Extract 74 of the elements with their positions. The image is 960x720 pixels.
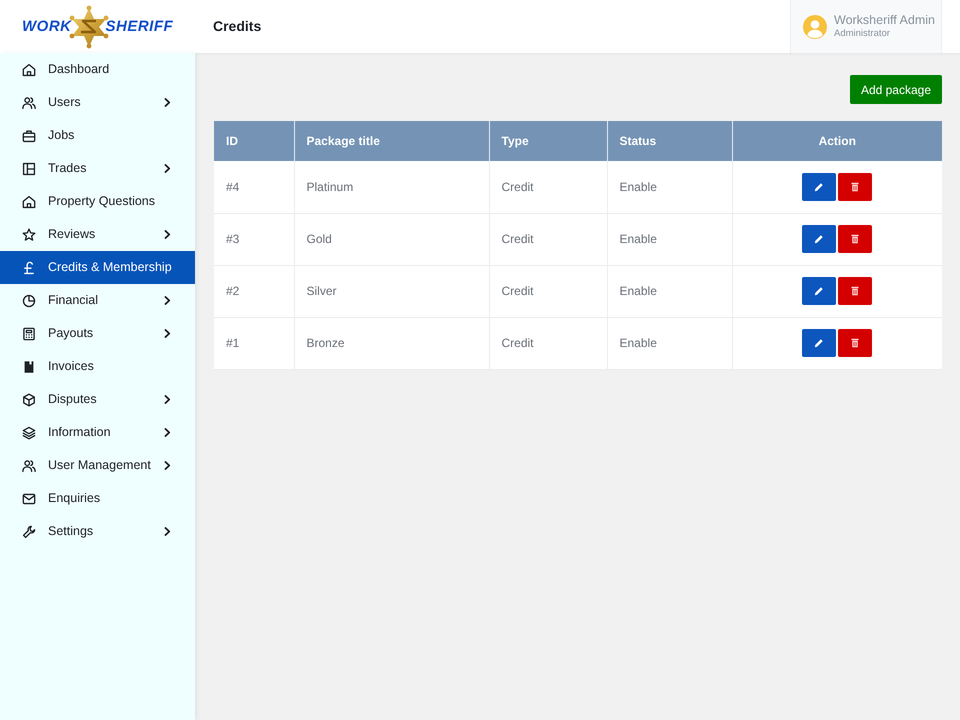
table-cell: Silver — [294, 265, 489, 317]
table-cell: #1 — [214, 317, 294, 369]
user-name: Worksheriff Admin — [834, 14, 935, 28]
sidebar-item[interactable]: Users — [0, 86, 195, 119]
table-cell: Credit — [489, 213, 607, 265]
sidebar-item[interactable]: Jobs — [0, 119, 195, 152]
table-cell: Bronze — [294, 317, 489, 369]
layers-icon — [22, 426, 36, 440]
sidebar-item[interactable]: Credits & Membership — [0, 251, 195, 284]
delete-button[interactable] — [838, 225, 872, 253]
table-cell: Enable — [607, 265, 732, 317]
edit-button[interactable] — [802, 277, 836, 305]
users-icon — [22, 458, 36, 472]
sidebar-item[interactable]: Trades — [0, 152, 195, 185]
column-header: Status — [607, 121, 732, 161]
table-cell: Enable — [607, 317, 732, 369]
delete-button[interactable] — [838, 172, 872, 201]
user-role: Administrator — [834, 28, 891, 40]
delete-button[interactable] — [838, 329, 872, 357]
column-header: Package title — [294, 121, 489, 161]
logo-text: SHERIFF — [106, 19, 174, 34]
table-cell: Credit — [489, 265, 607, 317]
edit-button[interactable] — [802, 225, 836, 253]
table-cell: Enable — [607, 213, 732, 265]
sidebar-item[interactable]: Reviews — [0, 218, 195, 251]
trash-icon — [850, 338, 860, 348]
pound-icon — [22, 260, 36, 274]
trash-icon — [850, 286, 860, 296]
delete-button[interactable] — [838, 277, 872, 305]
sidebar-item[interactable]: Payouts — [0, 317, 195, 350]
table-cell: #4 — [214, 161, 294, 213]
home-icon — [22, 194, 36, 208]
briefcase-icon — [22, 128, 36, 142]
layout-icon — [22, 162, 36, 176]
table-cell: Credit — [489, 161, 607, 213]
pencil-icon — [814, 338, 824, 348]
sidebar-item[interactable]: Disputes — [0, 383, 195, 416]
sidebar-item[interactable]: Property Questions — [0, 185, 195, 218]
logo-text: WORK — [22, 19, 72, 34]
pencil-icon — [814, 234, 824, 244]
users-icon — [22, 96, 36, 110]
column-header: ID — [214, 121, 294, 161]
table-cell: Credit — [489, 317, 607, 369]
sidebar-item[interactable]: User Management — [0, 449, 195, 482]
trash-icon — [850, 182, 860, 192]
table-cell: #2 — [214, 265, 294, 317]
sidebar-item[interactable]: Dashboard — [0, 53, 195, 86]
add-package-button[interactable]: Add package — [850, 75, 942, 104]
table-cell: Platinum — [294, 161, 489, 213]
pencil-icon — [814, 286, 824, 296]
sidebar-item[interactable]: Enquiries — [0, 482, 195, 515]
cube-icon — [22, 392, 36, 406]
sidebar-item[interactable]: Settings — [0, 515, 195, 548]
column-header: Type — [489, 121, 607, 161]
pencil-icon — [814, 182, 824, 192]
pie-chart-icon — [22, 294, 36, 308]
sidebar-item[interactable]: Information — [0, 416, 195, 449]
envelope-icon — [22, 492, 36, 506]
avatar-icon — [803, 14, 827, 38]
sidebar-item[interactable]: Invoices — [0, 350, 195, 383]
table-cell: Gold — [294, 213, 489, 265]
edit-button[interactable] — [802, 329, 836, 357]
edit-button[interactable] — [802, 172, 836, 201]
column-header: Action — [732, 121, 942, 161]
home-icon — [22, 62, 36, 76]
wrench-icon — [22, 524, 36, 538]
page-title: Credits — [213, 18, 262, 35]
sidebar-item[interactable]: Financial — [0, 284, 195, 317]
table-cell: Enable — [607, 161, 732, 213]
calculator-icon — [22, 326, 36, 340]
book-icon — [22, 360, 36, 374]
trash-icon — [850, 234, 860, 244]
star-icon — [22, 228, 36, 242]
table-cell: #3 — [214, 213, 294, 265]
